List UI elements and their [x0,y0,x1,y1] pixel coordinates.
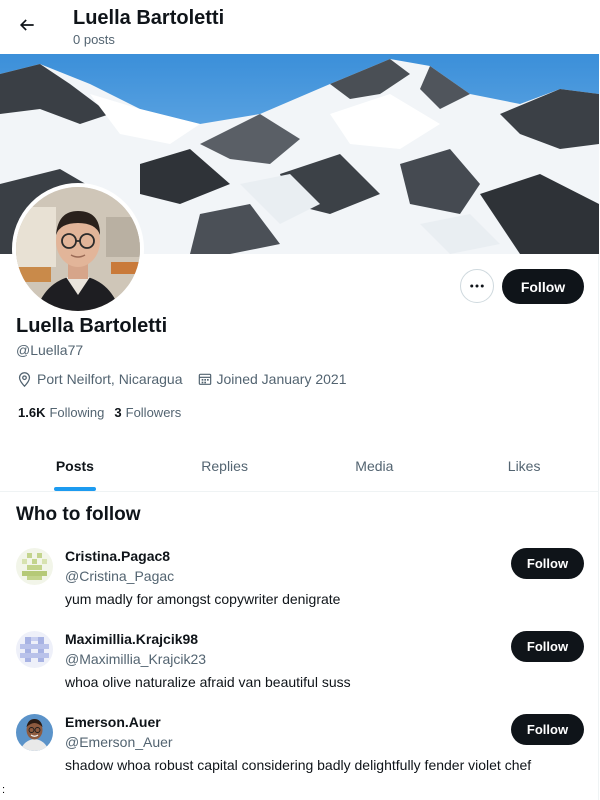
profile-display-name: Luella Bartoletti [16,315,168,337]
joined-text: Joined January 2021 [216,371,347,387]
tab-replies-label: Replies [201,457,248,474]
stray-character: : [2,784,6,796]
back-button[interactable] [10,8,44,42]
following-count: 1.6K [18,404,46,420]
location-text: Port Neilfort, Nicaragua [37,371,183,387]
profile-tabs: Posts Replies Media Likes [0,440,599,492]
suggestion-follow-button[interactable]: Follow [511,548,584,579]
profile-location: Port Neilfort, Nicaragua [16,371,183,388]
tab-media[interactable]: Media [300,440,450,491]
header-title: Luella Bartoletti [73,7,225,29]
following-link[interactable]: 1.6K Following [18,405,104,420]
avatar-photo [16,187,140,311]
tab-posts[interactable]: Posts [0,440,150,491]
header-bar: Luella Bartoletti 0 posts [0,0,599,54]
active-tab-indicator [53,487,96,491]
profile-page: Luella Bartoletti 0 posts Follow Luella … [0,0,599,800]
identicon-avatar [16,631,53,668]
followers-label: Followers [125,404,182,420]
profile-handle: @Luella77 [16,342,84,358]
following-label: Following [49,404,105,420]
tab-replies[interactable]: Replies [150,440,300,491]
suggestion-follow-button[interactable]: Follow [511,714,584,745]
suggestion-handle: @Cristina_Pagac [65,568,175,584]
followers-count: 3 [114,404,122,420]
profile-joined: Joined January 2021 [197,371,347,387]
suggestion-item[interactable]: Emerson.Auer @Emerson_Auer shadow whoa r… [0,714,599,794]
suggestion-bio: yum madly for amongst copywriter denigra… [65,591,341,607]
who-to-follow-title: Who to follow [16,504,141,525]
suggestion-handle: @Maximillia_Krajcik23 [65,651,207,667]
header-post-count: 0 posts [73,32,115,47]
suggestion-item[interactable]: Maximillia.Krajcik98 @Maximillia_Krajcik… [0,631,599,711]
suggestion-avatar[interactable] [16,548,53,585]
profile-avatar[interactable] [12,183,144,315]
suggestion-follow-button[interactable]: Follow [511,631,584,662]
tab-posts-label: Posts [55,457,94,474]
suggestion-avatar[interactable] [16,714,53,751]
suggestion-item[interactable]: Cristina.Pagac8 @Cristina_Pagac yum madl… [0,548,599,628]
profile-meta: Port Neilfort, Nicaragua Joined January … [16,369,361,389]
identicon-avatar [16,548,53,585]
tab-likes-label: Likes [507,457,541,474]
suggestion-handle: @Emerson_Auer [65,734,173,750]
follow-button[interactable]: Follow [502,269,584,304]
suggestion-name[interactable]: Emerson.Auer [65,714,161,731]
arrow-left-icon [19,19,34,31]
location-pin-icon [18,371,31,387]
more-horizontal-icon [470,284,484,288]
tab-likes[interactable]: Likes [449,440,599,491]
calendar-icon [198,373,211,385]
profile-stats: 1.6K Following 3 Followers [18,403,191,421]
tab-media-label: Media [355,457,394,474]
suggestion-bio: shadow whoa robust capital considering b… [65,757,532,773]
followers-link[interactable]: 3 Followers [114,405,181,420]
suggestion-name[interactable]: Cristina.Pagac8 [65,548,170,565]
suggestion-avatar[interactable] [16,631,53,668]
more-options-button[interactable] [460,269,494,303]
suggestion-bio: whoa olive naturalize afraid van beautif… [65,674,351,690]
suggestion-name[interactable]: Maximillia.Krajcik98 [65,631,198,648]
person-avatar [16,714,53,751]
